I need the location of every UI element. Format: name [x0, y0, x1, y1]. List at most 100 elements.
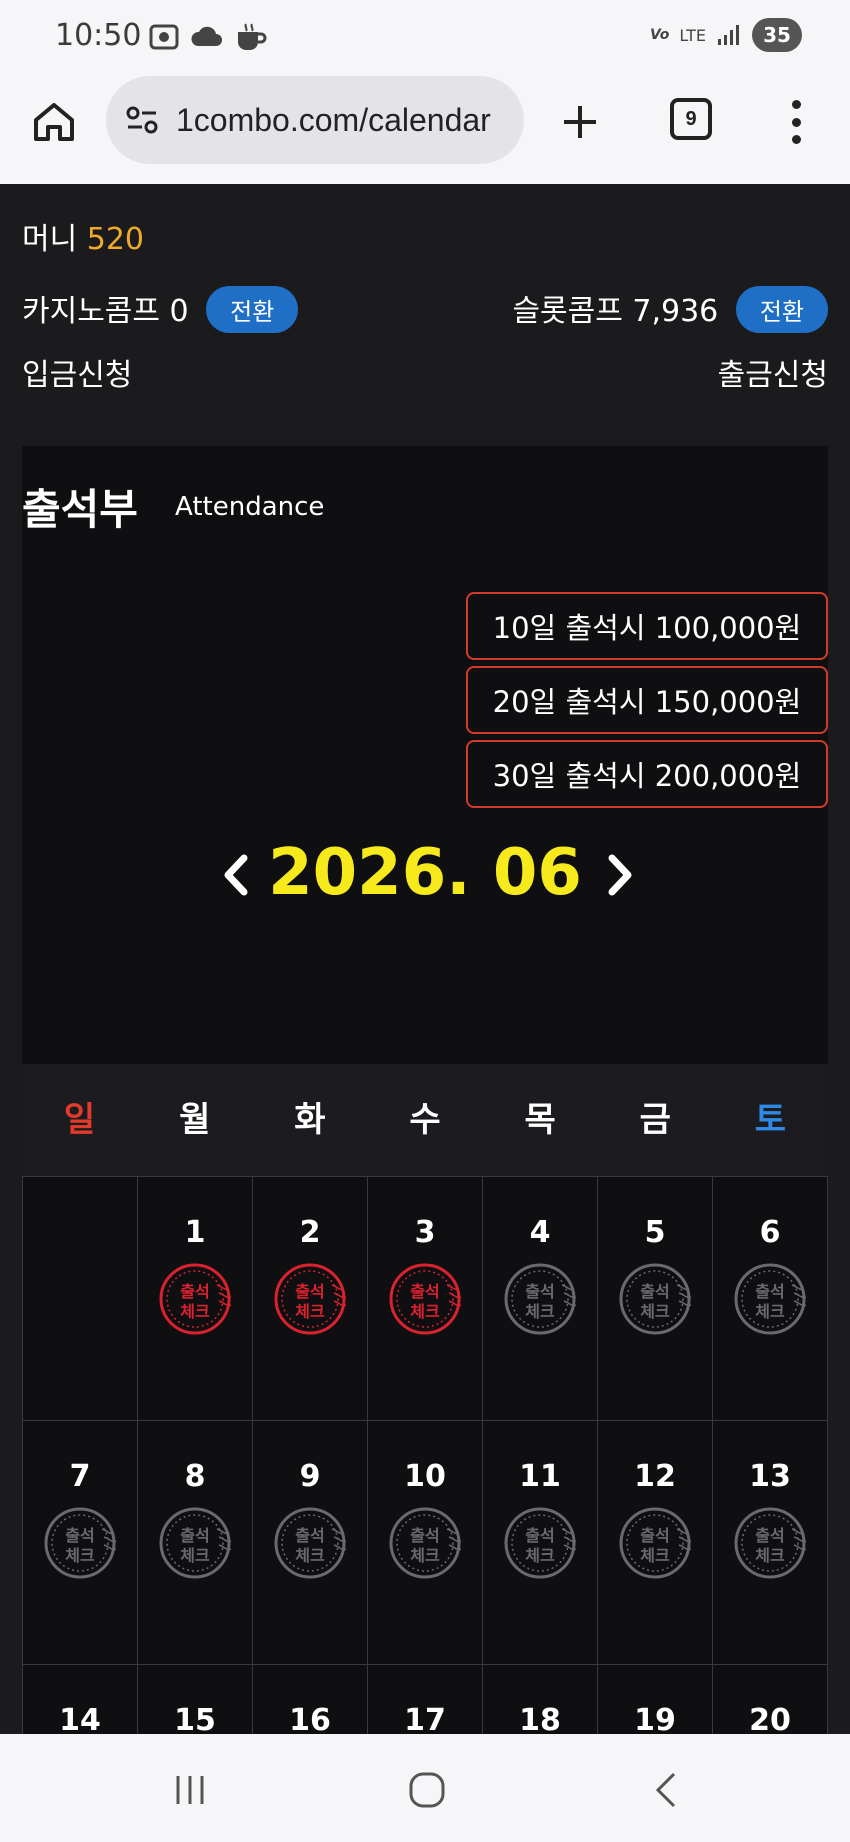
- calendar-day-cell[interactable]: 18출석체크: [483, 1665, 598, 1734]
- calendar-day-cell[interactable]: 20출석체크: [713, 1665, 828, 1734]
- calendar-day-cell[interactable]: 8 출석 체크: [138, 1421, 253, 1665]
- svg-text:체크: 체크: [410, 1302, 440, 1321]
- svg-text:출석: 출석: [295, 1282, 324, 1301]
- calendar-day-cell[interactable]: 10 출석 체크: [368, 1421, 483, 1665]
- svg-text:체크: 체크: [65, 1546, 95, 1565]
- calendar-day-cell[interactable]: 3 출석 체크: [368, 1177, 483, 1421]
- calendar-day-cell[interactable]: 15출석체크: [138, 1665, 253, 1734]
- weekday-tue: 화: [294, 1100, 326, 1140]
- money-value: 520: [86, 222, 145, 257]
- day-number: 20: [749, 1703, 791, 1734]
- day-number: 6: [759, 1215, 781, 1250]
- casino-comp-label: 카지노콤프 0: [22, 294, 189, 329]
- day-number: 3: [414, 1215, 436, 1250]
- svg-text:체크: 체크: [525, 1546, 555, 1565]
- calendar-day-cell[interactable]: 9 출석 체크: [253, 1421, 368, 1665]
- deposit-link[interactable]: 입금신청: [22, 358, 132, 393]
- calendar-day-cell[interactable]: 19출석체크: [598, 1665, 713, 1734]
- more-menu-icon[interactable]: [784, 96, 808, 148]
- new-tab-icon[interactable]: [556, 98, 604, 146]
- calendar-day-cell[interactable]: 13 출석 체크: [713, 1421, 828, 1665]
- calendar-day-cell[interactable]: 4 출석 체크: [483, 1177, 598, 1421]
- calendar-day-cell[interactable]: 12 출석 체크: [598, 1421, 713, 1665]
- battery-indicator: 35: [752, 18, 802, 52]
- calendar-day-cell[interactable]: 6 출석 체크: [713, 1177, 828, 1421]
- withdraw-link[interactable]: 출금신청: [718, 350, 828, 394]
- signal-icon: [718, 25, 739, 45]
- calendar-day-cell[interactable]: 17출석체크: [368, 1665, 483, 1734]
- svg-text:체크: 체크: [295, 1302, 325, 1321]
- svg-text:체크: 체크: [755, 1546, 785, 1565]
- day-number: 10: [404, 1459, 446, 1494]
- screenshot-icon: [149, 24, 179, 50]
- status-time: 10:50: [55, 18, 142, 53]
- calendar-day-cell[interactable]: 14출석체크: [23, 1665, 138, 1734]
- day-number: 12: [634, 1459, 676, 1494]
- day-number: 18: [519, 1703, 561, 1734]
- calendar-day-cell[interactable]: 2 출석 체크: [253, 1177, 368, 1421]
- svg-text:출석: 출석: [65, 1526, 94, 1545]
- next-month-icon[interactable]: [600, 850, 640, 900]
- attendance-stamp-checked-icon: 출석체크: [159, 1263, 232, 1335]
- attendance-stamp-icon: 출석체크: [619, 1263, 692, 1335]
- attendance-stamp-icon: 출석체크: [44, 1507, 117, 1579]
- back-nav-icon[interactable]: [646, 1770, 686, 1810]
- system-icons: Vo LTE 35: [650, 18, 802, 52]
- url-text[interactable]: 1combo.com/calendar: [176, 102, 491, 139]
- attendance-stamp-icon: 출석체크: [619, 1507, 692, 1579]
- attendance-stamp-icon: 출석체크: [274, 1507, 347, 1579]
- weekday-sun: 일: [63, 1100, 96, 1140]
- weekday-wed: 수: [409, 1100, 441, 1140]
- attendance-stamp-checked-icon: 출석체크: [389, 1263, 462, 1335]
- casino-convert-button[interactable]: 전환: [206, 286, 299, 333]
- svg-text:출석: 출석: [640, 1282, 669, 1301]
- money-row: 머니 520: [22, 214, 144, 258]
- calendar-day-cell[interactable]: 16출석체크: [253, 1665, 368, 1734]
- day-number: 11: [519, 1459, 561, 1494]
- month-navigator: 2026. 06: [22, 836, 828, 916]
- day-number: 17: [404, 1703, 446, 1734]
- attendance-stamp-icon: 출석체크: [504, 1507, 577, 1579]
- day-number: 15: [174, 1703, 216, 1734]
- site-settings-icon[interactable]: [124, 102, 160, 138]
- status-bar: 10:50 Vo LTE 35: [0, 0, 850, 76]
- recent-apps-icon[interactable]: [170, 1770, 210, 1810]
- current-month: 2026. 06: [268, 836, 582, 910]
- svg-text:출석: 출석: [755, 1282, 784, 1301]
- slot-convert-button[interactable]: 전환: [735, 286, 828, 333]
- home-nav-icon[interactable]: [407, 1770, 447, 1810]
- slot-comp-label: 슬롯콤프 7,936: [512, 294, 719, 329]
- svg-text:출석: 출석: [640, 1526, 669, 1545]
- svg-text:출석: 출석: [410, 1526, 439, 1545]
- cloud-icon: [191, 26, 222, 46]
- calendar-day-cell[interactable]: 5 출석 체크: [598, 1177, 713, 1421]
- calendar-day-cell: [23, 1177, 138, 1421]
- svg-text:출석: 출석: [410, 1282, 439, 1301]
- slot-comp: 슬롯콤프 7,936 전환: [512, 286, 828, 336]
- calendar-day-cell[interactable]: 11 출석 체크: [483, 1421, 598, 1665]
- browser-toolbar: 1combo.com/calendar 9: [0, 76, 850, 184]
- tab-switcher-button[interactable]: 9: [670, 98, 712, 140]
- day-number: 4: [529, 1215, 551, 1250]
- day-number: 2: [299, 1215, 321, 1250]
- day-number: 13: [749, 1459, 791, 1494]
- svg-text:체크: 체크: [180, 1302, 210, 1321]
- address-bar[interactable]: 1combo.com/calendar: [106, 76, 524, 164]
- attendance-stamp-icon: 출석체크: [504, 1263, 577, 1335]
- day-number: 19: [634, 1703, 676, 1734]
- day-number: 8: [184, 1459, 206, 1494]
- notification-icons: [148, 22, 268, 52]
- prev-month-icon[interactable]: [216, 850, 256, 900]
- svg-text:출석: 출석: [295, 1526, 324, 1545]
- reward-30-days: 30일 출석시 200,000원: [466, 740, 828, 808]
- svg-text:체크: 체크: [640, 1546, 670, 1565]
- attendance-stamp-checked-icon: 출석체크: [274, 1263, 347, 1335]
- attendance-panel: 출석부 Attendance 10일 출석시 100,000원 20일 출석시 …: [22, 446, 828, 1734]
- attendance-subtitle: Attendance: [175, 492, 325, 522]
- calendar-day-cell[interactable]: 7 출석 체크: [23, 1421, 138, 1665]
- svg-text:출석: 출석: [180, 1526, 209, 1545]
- svg-text:체크: 체크: [640, 1302, 670, 1321]
- home-icon[interactable]: [30, 98, 78, 146]
- volte-icon: Vo: [649, 27, 670, 43]
- calendar-day-cell[interactable]: 1 출석 체크: [138, 1177, 253, 1421]
